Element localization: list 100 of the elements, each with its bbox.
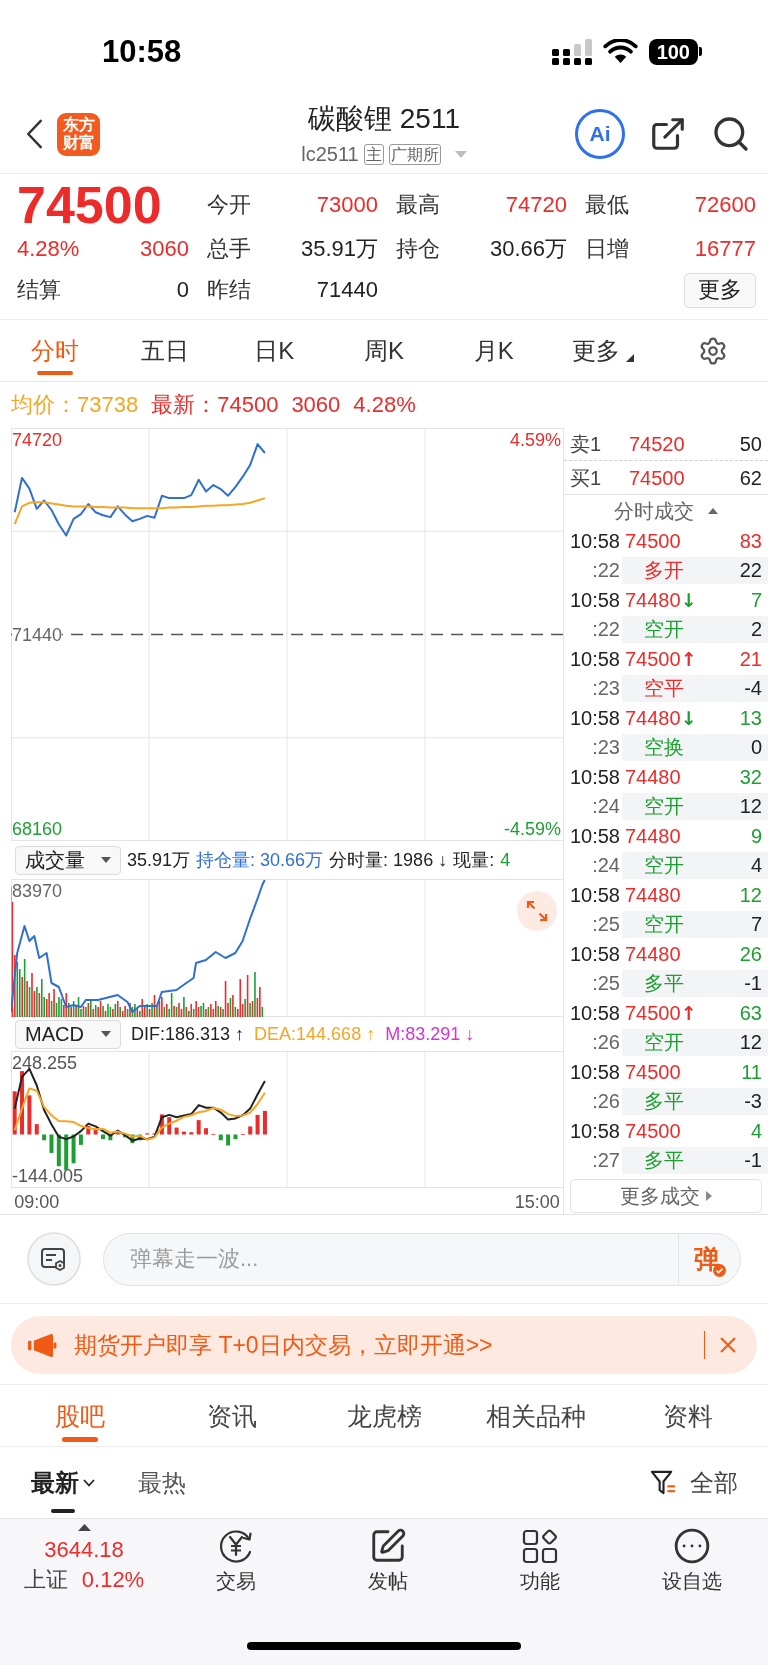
trade-change: 2 (750, 617, 762, 642)
axis-label: 15:00 (514, 1191, 560, 1213)
trade-price: 74480 (625, 941, 681, 966)
trade-type: 空开 (644, 912, 684, 937)
index-change: 0.12% (81, 1567, 145, 1593)
order-volume: 62 (739, 465, 762, 490)
trade-volume: 13 (739, 705, 762, 730)
trade-volume: 9 (750, 823, 762, 848)
trade-time: 10:58 (568, 1059, 620, 1084)
trade-volume: 11 (741, 1059, 762, 1084)
legend-text: 分时量: 1986 ↓ (329, 849, 448, 871)
trade-time: 10:58 (568, 646, 620, 671)
trade-change: 12 (739, 1030, 762, 1055)
legend-text: 持仓量: 30.66万 (196, 849, 324, 871)
trade-volume: 21 (739, 646, 762, 671)
trade-price: 74480 (625, 587, 681, 612)
trade-time: 10:58 (568, 1000, 620, 1025)
legend-text: 均价：73738 (11, 392, 139, 418)
promo-text: 期货开户即享 T+0日内交易，立即开通>> (74, 1331, 493, 1359)
trade-change: -3 (744, 1089, 762, 1114)
change-percent: 4.28% (17, 235, 80, 263)
trade-type: 多平 (644, 1148, 684, 1173)
trade-time: 10:58 (568, 882, 620, 907)
order-label: 买1 (570, 465, 603, 490)
trade-type: 空开 (644, 853, 684, 878)
trade-change: 4 (750, 853, 762, 878)
last-price: 74500 (17, 182, 162, 228)
legend-text: 现量: (453, 849, 495, 871)
trade-change: 22 (739, 558, 762, 583)
trade-time: 10:58 (568, 705, 620, 730)
trade-volume: 83 (739, 528, 762, 553)
order-price: 74520 (629, 432, 685, 456)
trade-price: 74500 (625, 1118, 681, 1143)
status-time: 10:58 (102, 34, 182, 69)
trade-type: 空换 (644, 735, 684, 760)
axis-label: -4.59% (503, 818, 561, 840)
contract-title: 碳酸锂 2511 (308, 102, 460, 136)
index-name: 上证 (23, 1567, 68, 1593)
trade-type: 多平 (644, 971, 684, 996)
axis-label: 248.255 (12, 1052, 78, 1074)
field-value: 16777 (694, 235, 756, 263)
trade-price: 74500 (625, 528, 681, 553)
legend-text: 最新：74500 (151, 392, 279, 418)
trade-time: 10:58 (568, 1118, 620, 1143)
field-label: 昨结 (207, 276, 251, 304)
order-label: 卖1 (570, 432, 603, 456)
trade-seconds: :26 (591, 1089, 620, 1114)
trade-change: -4 (744, 676, 762, 701)
field-label: 最低 (585, 191, 629, 219)
field-value: 0 (176, 276, 189, 304)
tag: 主 (363, 143, 384, 165)
legend-text: DIF:186.313 ↑ (131, 1023, 245, 1045)
field-value: 35.91万 (300, 235, 378, 263)
field-value: 71440 (316, 276, 378, 304)
legend-text: 3060 (291, 392, 341, 418)
trend-arrow: ↑ (680, 1000, 697, 1025)
contract-code: lc2511 (301, 142, 359, 166)
axis-label: 09:00 (14, 1191, 60, 1213)
field-value: 73000 (316, 191, 378, 219)
trend-arrow: ↓ (680, 587, 697, 612)
index-value: 3644.18 (44, 1537, 124, 1563)
field-label: 日增 (585, 235, 629, 263)
legend-text: 35.91万 (127, 849, 191, 871)
trade-seconds: :23 (591, 735, 620, 760)
trade-time: 10:58 (568, 528, 620, 553)
legend-text: 4.28% (353, 392, 416, 418)
trade-time: 10:58 (568, 941, 620, 966)
order-price: 74500 (629, 465, 685, 490)
field-value: 30.66万 (489, 235, 567, 263)
trade-price: 74500 (625, 646, 681, 671)
trade-seconds: :23 (591, 676, 620, 701)
legend-text: M:83.291 ↓ (385, 1023, 475, 1045)
field-value: 74720 (505, 191, 567, 219)
trade-price: 74500 (625, 1000, 681, 1025)
field-label: 持仓 (396, 235, 440, 263)
trade-type: 多开 (644, 558, 684, 583)
legend-text: 4 (500, 849, 511, 871)
trade-change: 12 (739, 794, 762, 819)
trade-volume: 63 (739, 1000, 762, 1025)
trade-volume: 32 (739, 764, 762, 789)
tag: 广期所 (388, 143, 441, 165)
trade-seconds: :26 (591, 1030, 620, 1055)
trade-seconds: :22 (591, 558, 620, 583)
axis-label: -144.005 (12, 1165, 84, 1187)
trade-volume: 26 (739, 941, 762, 966)
trade-volume: 12 (739, 882, 762, 907)
legend-text: DEA:144.668 ↑ (254, 1023, 376, 1045)
trade-seconds: :27 (591, 1148, 620, 1173)
trade-type: 空开 (644, 617, 684, 642)
field-label: 最高 (396, 191, 440, 219)
field-label: 总手 (207, 235, 251, 263)
change-amount: 3060 (140, 235, 189, 263)
trade-type: 空开 (644, 1030, 684, 1055)
trade-type: 多平 (644, 1089, 684, 1114)
trade-price: 74500 (625, 1059, 681, 1084)
trade-time: 10:58 (568, 823, 620, 848)
trade-seconds: :24 (591, 794, 620, 819)
trend-arrow: ↑ (680, 646, 697, 671)
trade-time: 10:58 (568, 764, 620, 789)
trade-seconds: :25 (591, 912, 620, 937)
